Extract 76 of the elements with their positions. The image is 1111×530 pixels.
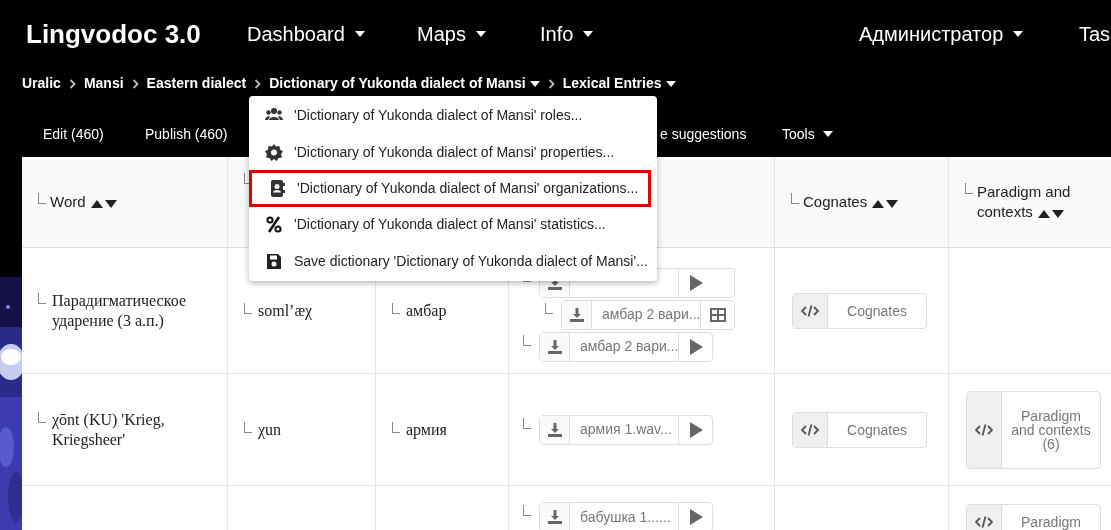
code-icon xyxy=(801,423,819,436)
breadcrumb-link[interactable]: Mansi xyxy=(83,73,124,94)
tree-corner-icon xyxy=(392,302,400,314)
tree-corner-icon xyxy=(392,421,400,433)
tree-corner-icon xyxy=(244,302,252,314)
chevron-icon xyxy=(68,78,76,89)
app-title[interactable]: Lingvodoc 3.0 xyxy=(0,14,247,54)
menu-item[interactable]: 'Dictionary of Yukonda dialect of Mansi' roles... xyxy=(249,97,657,134)
cell-text: амбар xyxy=(406,300,447,321)
menu-item[interactable]: 'Dictionary of Yukonda dialect of Mansi' organizations... xyxy=(249,170,651,207)
column-header[interactable]: Cognates xyxy=(803,192,899,212)
tree-corner-icon xyxy=(791,193,799,204)
paradigm-button[interactable]: Paradigm xyxy=(966,504,1101,530)
download-icon xyxy=(547,422,562,437)
menu-item[interactable]: Save dictionary 'Dictionary of Yukonda dialect of Mansi'... xyxy=(249,243,657,280)
nav-menu[interactable]: Dashboard xyxy=(247,19,417,49)
audio-file-name[interactable]: армия 1.wav... xyxy=(570,415,678,444)
nav-menu[interactable]: Администратор xyxy=(859,19,1079,49)
breadcrumb-link[interactable]: Lexical Entries xyxy=(562,73,676,94)
breadcrumb-link[interactable]: Uralic xyxy=(22,73,61,94)
column-header[interactable]: Word xyxy=(50,192,117,212)
tree-corner-icon xyxy=(38,411,46,423)
column-header[interactable]: Paradigm and contexts xyxy=(977,182,1111,222)
cell-text: армия xyxy=(406,419,447,440)
download-button[interactable] xyxy=(540,415,570,444)
download-button[interactable] xyxy=(540,332,570,361)
chevron-icon xyxy=(547,78,555,89)
tree-corner-icon xyxy=(523,334,531,346)
settings-icon xyxy=(265,144,283,161)
toolbar-button[interactable]: Edit (460) xyxy=(43,123,145,145)
menu-item[interactable]: 'Dictionary of Yukonda dialect of Mansi' properties... xyxy=(249,134,657,171)
tree-corner-icon xyxy=(523,505,531,516)
play-icon xyxy=(688,338,703,355)
percent-icon xyxy=(265,216,283,233)
tree-corner-icon xyxy=(38,193,46,204)
sort-icon xyxy=(872,198,899,208)
play-icon xyxy=(688,274,703,291)
breadcrumb-link[interactable]: Eastern dialect xyxy=(146,73,247,94)
breadcrumb-link[interactable]: Dictionary of Yukonda dialect of Mansi xyxy=(269,73,540,94)
sort-icon xyxy=(90,198,117,208)
tree-corner-icon xyxy=(38,292,46,304)
download-icon xyxy=(569,307,584,322)
download-icon xyxy=(547,510,562,524)
tree-corner-icon xyxy=(523,417,531,429)
menu-item[interactable]: 'Dictionary of Yukonda dialect of Mansi' statistics... xyxy=(249,206,657,243)
download-icon xyxy=(547,339,562,354)
paradigm-button[interactable]: Paradigm and contexts (6) xyxy=(966,390,1101,469)
contact-book-icon xyxy=(268,180,286,197)
download-button[interactable] xyxy=(562,300,592,329)
audio-file-name[interactable]: бабушка 1...... xyxy=(570,503,678,530)
tree-corner-icon xyxy=(965,183,973,194)
chevron-icon xyxy=(254,78,262,89)
download-button[interactable] xyxy=(540,503,570,530)
cell-text: Парадигматическое ударение (3 а.п.) xyxy=(52,290,187,331)
cell-text: soml’æχ xyxy=(258,300,313,321)
code-icon xyxy=(975,516,993,528)
cognates-button[interactable]: Cognates xyxy=(792,292,927,329)
toolbar-button[interactable]: e suggestions xyxy=(660,123,782,145)
cell-text: χōnt (KU) 'Krieg, Kriegsheer' xyxy=(52,409,166,450)
audio-file-name[interactable]: амбар 2 вари... xyxy=(592,300,700,329)
sort-icon xyxy=(1037,208,1064,218)
play-icon xyxy=(688,509,703,525)
nav-menu[interactable]: Tas xyxy=(1079,19,1111,49)
toolbar-button[interactable]: Tools xyxy=(782,123,862,145)
audio-file-name[interactable]: амбар 2 вари... xyxy=(570,332,678,361)
chevron-icon xyxy=(131,78,139,89)
tree-corner-icon xyxy=(545,302,553,314)
code-icon xyxy=(975,423,993,436)
nav-menu[interactable]: Info xyxy=(540,19,859,49)
play-icon xyxy=(688,421,703,438)
cognates-button[interactable]: Cognates xyxy=(792,411,927,448)
cell-text: χun xyxy=(258,419,282,440)
code-icon xyxy=(801,304,819,317)
table-icon xyxy=(709,307,726,322)
nav-menu[interactable]: Maps xyxy=(417,19,540,49)
tree-corner-icon xyxy=(244,421,252,433)
